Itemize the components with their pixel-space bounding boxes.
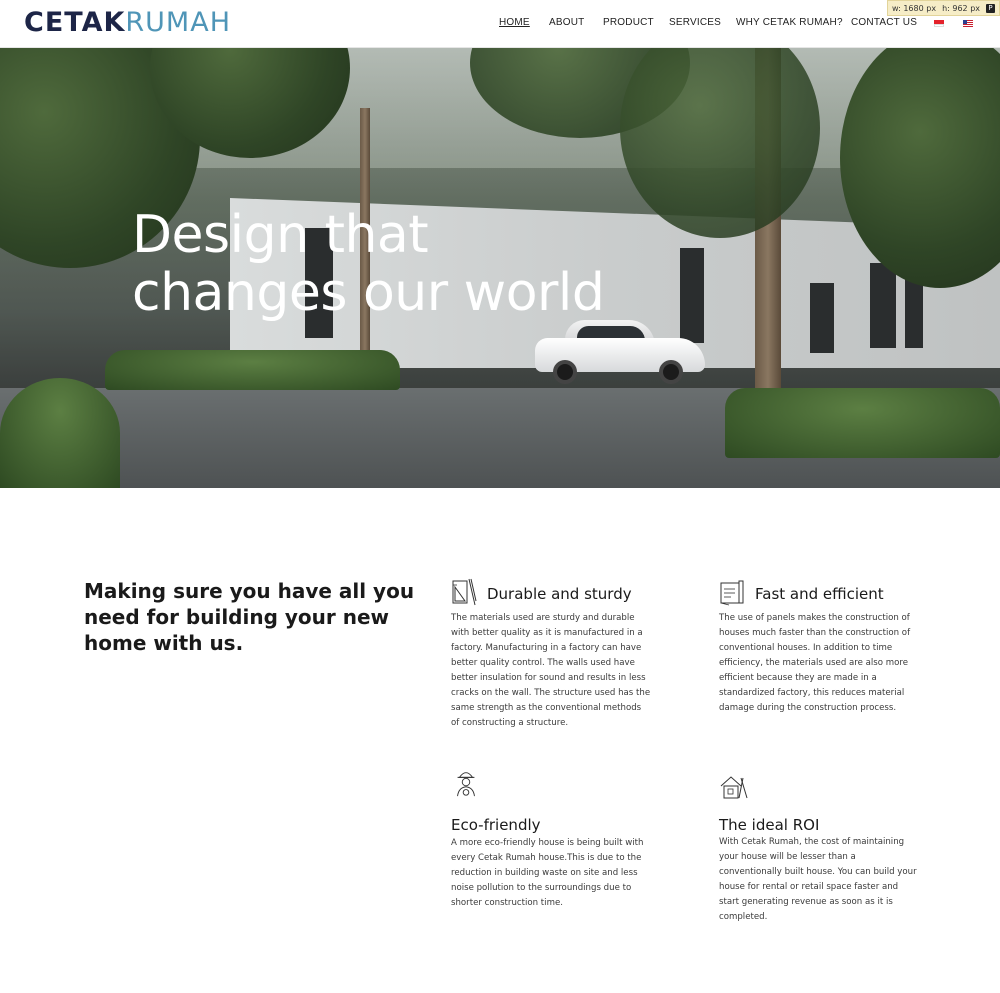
nav-home[interactable]: HOME <box>499 17 530 28</box>
feature-card-fast: Fast and efficient The use of panels mak… <box>719 577 919 727</box>
feature-title: Fast and efficient <box>755 585 884 603</box>
tree-canopy <box>620 48 820 238</box>
feature-description: A more eco-friendly house is being built… <box>451 838 644 908</box>
hedge <box>725 388 1000 458</box>
feature-description: The use of panels makes the construction… <box>719 613 911 713</box>
building-window <box>810 283 834 353</box>
hedge <box>105 350 400 390</box>
feature-description: The materials used are sturdy and durabl… <box>451 613 651 728</box>
logo-light-text: RUMAH <box>125 7 231 38</box>
logo-bold-text: CETAK <box>24 7 126 38</box>
hero-title: Design that changes our world <box>132 205 605 323</box>
feature-title: Durable and sturdy <box>487 585 632 603</box>
flag-usa-icon[interactable] <box>963 20 973 27</box>
building-plans-icon <box>720 580 744 606</box>
hero-car <box>535 320 705 384</box>
dimension-badge: w: 1680 px h: 962 px P <box>887 0 1000 16</box>
house-tools-icon <box>720 776 748 799</box>
hedge <box>0 378 120 488</box>
features-intro-heading: Making sure you have all you need for bu… <box>84 579 415 655</box>
feature-card-durable: Durable and sturdy The materials used ar… <box>451 577 651 737</box>
nav-contact-us[interactable]: CONTACT US <box>851 17 917 28</box>
flag-indonesia-icon[interactable] <box>934 20 944 27</box>
site-header: CETAKRUMAH HOME ABOUT PRODUCT SERVICES W… <box>0 0 1000 48</box>
height-readout: h: 962 px <box>942 3 980 13</box>
building-window <box>870 263 896 348</box>
extension-p-icon[interactable]: P <box>986 3 995 13</box>
feature-card-eco: Eco-friendly A more eco-friendly house i… <box>451 768 651 918</box>
site-logo[interactable]: CETAKRUMAH <box>24 8 231 38</box>
nav-product[interactable]: PRODUCT <box>603 17 654 28</box>
nav-services[interactable]: SERVICES <box>669 17 721 28</box>
width-readout: w: 1680 px <box>892 3 937 13</box>
blueprint-icon <box>452 578 477 606</box>
hero-title-line-2: changes our world <box>132 263 605 323</box>
feature-card-roi: The ideal ROI With Cetak Rumah, the cost… <box>719 774 919 934</box>
feature-title: The ideal ROI <box>719 816 820 834</box>
hero-title-line-1: Design that <box>132 205 429 265</box>
hero-banner: Design that changes our world <box>0 48 1000 488</box>
feature-description: With Cetak Rumah, the cost of maintainin… <box>719 837 917 922</box>
nav-about[interactable]: ABOUT <box>549 17 584 28</box>
worker-gear-icon <box>457 772 475 797</box>
feature-title: Eco-friendly <box>451 816 541 834</box>
nav-why-cetak-rumah[interactable]: WHY CETAK RUMAH? <box>736 17 843 28</box>
